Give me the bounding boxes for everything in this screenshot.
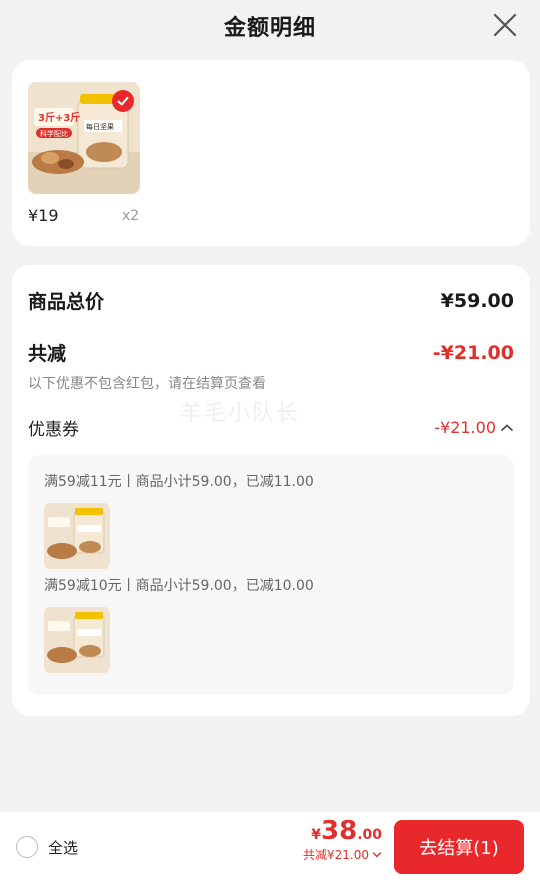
product-jar-label: 每日坚果 [86, 122, 114, 131]
select-all-label: 全选 [48, 838, 79, 857]
coupon-label: 优惠券 [28, 420, 79, 440]
select-all-radio[interactable] [16, 836, 38, 858]
coupon-product-image [44, 607, 110, 673]
coupon-value: -¥21.00 [434, 418, 496, 437]
footer-price: ¥ 38 .00 共减¥21.00 [303, 816, 382, 863]
total-row: 商品总价 ¥59.00 [28, 287, 514, 314]
final-price: ¥ 38 .00 [303, 816, 382, 846]
checkout-bar: 全选 ¥ 38 .00 共减¥21.00 去结算(1) [0, 812, 540, 882]
product-badge-sub: 科学配比 [40, 129, 68, 138]
coupon-product-image [44, 503, 110, 569]
checkout-button[interactable]: 去结算(1) [394, 820, 524, 874]
close-icon[interactable] [492, 12, 518, 38]
price-integer: 38 [321, 816, 358, 846]
price-decimal: .00 [357, 827, 382, 843]
chevron-down-icon[interactable] [372, 851, 382, 859]
page-title: 金额明细 [223, 16, 316, 41]
reduce-label: 共减 [28, 343, 67, 365]
check-icon[interactable] [112, 90, 134, 112]
product-badge-text: 3斤+3斤 [38, 111, 80, 124]
total-value: ¥59.00 [440, 289, 514, 312]
coupon-value-group[interactable]: -¥21.00 [434, 418, 514, 437]
footer-reduce[interactable]: 共减¥21.00 [303, 846, 382, 863]
coupon-list: 满59减11元丨商品小计59.00，已减11.00 满59减10元丨商品小计59… [28, 455, 514, 695]
price-currency: ¥ [311, 827, 321, 843]
coupon-item-text: 满59减10元丨商品小计59.00，已减10.00 [44, 578, 314, 594]
watermark: 羊毛小队长 [180, 401, 301, 426]
price-detail-card: 商品总价 ¥59.00 共减 -¥21.00 以下优惠不包含红包，请在结算页查看… [12, 265, 530, 716]
product-image[interactable]: 3斤+3斤 科学配比 每日坚果 [28, 82, 140, 194]
reduce-note: 以下优惠不包含红包，请在结算页查看 [28, 376, 266, 392]
footer-reduce-text: 共减¥21.00 [303, 848, 369, 862]
coupon-item-text: 满59减11元丨商品小计59.00，已减11.00 [44, 474, 314, 490]
reduce-row: 共减 -¥21.00 [28, 339, 514, 366]
product-quantity: x2 [122, 208, 140, 224]
product-price: ¥19 [28, 206, 59, 225]
reduce-value: -¥21.00 [432, 341, 514, 364]
product-card: 3斤+3斤 科学配比 每日坚果 ¥19 x2 [12, 60, 530, 246]
total-label: 商品总价 [28, 291, 105, 313]
select-all-toggle[interactable]: 全选 [16, 836, 78, 858]
chevron-up-icon[interactable] [500, 423, 514, 433]
header: 金额明细 [0, 0, 540, 52]
